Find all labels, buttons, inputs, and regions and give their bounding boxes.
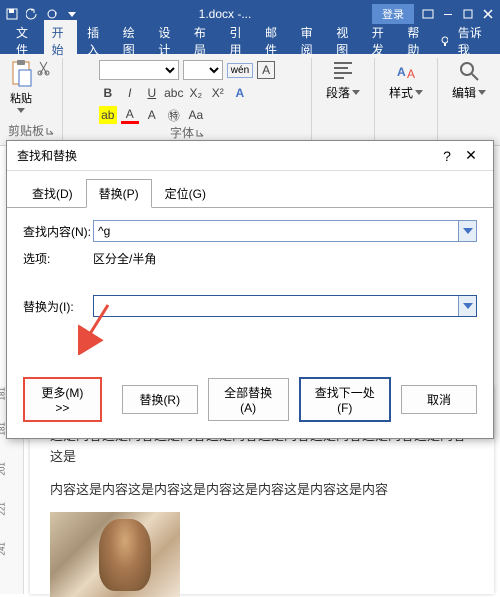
text-effect-button[interactable]: A <box>231 84 249 102</box>
dropdown-icon[interactable] <box>66 8 78 20</box>
ribbon: 粘贴 剪贴板 wén A B I U abc X₂ X² A <box>0 54 500 146</box>
ribbon-options-icon[interactable] <box>422 8 434 20</box>
highlight-button[interactable]: ab <box>99 106 117 124</box>
svg-text:A: A <box>397 65 406 79</box>
options-label: 选项: <box>23 250 93 267</box>
find-input[interactable]: ^g <box>93 220 477 242</box>
find-label: 查找内容(N): <box>23 223 93 240</box>
replace-button[interactable]: 替换(R) <box>122 385 198 414</box>
maximize-icon[interactable] <box>462 8 474 20</box>
paragraph: 内容这是内容这是内容这是内容这是内容这是内容这是内容 <box>50 480 474 501</box>
character-border[interactable]: A <box>257 61 275 79</box>
editing-group: 编辑 <box>438 58 500 141</box>
minimize-icon[interactable] <box>442 8 454 20</box>
dialog-tabs: 查找(D) 替换(P) 定位(G) <box>7 171 493 208</box>
tab-references[interactable]: 引用 <box>221 20 255 62</box>
italic-button[interactable]: I <box>121 84 139 102</box>
styles-button[interactable]: AA 样式 <box>383 60 429 101</box>
clipboard-label: 剪贴板 <box>8 122 44 139</box>
tab-home[interactable]: 开始 <box>44 20 78 62</box>
tab-draw[interactable]: 绘图 <box>115 20 149 62</box>
dialog-launcher-icon[interactable] <box>46 127 54 135</box>
font-group: wén A B I U abc X₂ X² A ab A A ㊕ Aa 字体 <box>63 58 312 141</box>
chevron-down-icon[interactable] <box>458 296 476 316</box>
underline-button[interactable]: U <box>143 84 161 102</box>
character-shading[interactable]: A <box>143 106 161 124</box>
menu-bar: 文件 开始 插入 绘图 设计 布局 引用 邮件 审阅 视图 开发 帮助 告诉我 <box>0 28 500 54</box>
styles-group: AA 样式 <box>375 58 438 141</box>
tell-me[interactable]: 告诉我 <box>450 20 492 62</box>
clipboard-group: 粘贴 剪贴板 <box>0 58 63 141</box>
bold-button[interactable]: B <box>99 84 117 102</box>
tab-view[interactable]: 视图 <box>328 20 362 62</box>
strikethrough-button[interactable]: abc <box>165 84 183 102</box>
font-color-button[interactable]: A <box>121 106 139 124</box>
lightbulb-icon <box>439 35 448 47</box>
dialog-title-text: 查找和替换 <box>17 147 435 164</box>
superscript-button[interactable]: X² <box>209 84 227 102</box>
tab-review[interactable]: 审阅 <box>293 20 327 62</box>
tab-replace[interactable]: 替换(P) <box>86 179 152 208</box>
tab-help[interactable]: 帮助 <box>399 20 433 62</box>
tab-insert[interactable]: 插入 <box>79 20 113 62</box>
cut-icon[interactable] <box>37 60 53 76</box>
undo-icon[interactable] <box>26 8 38 20</box>
tab-goto[interactable]: 定位(G) <box>152 179 219 208</box>
phonetic-guide[interactable]: wén <box>227 63 253 78</box>
document-title: 1.docx -... <box>78 7 372 21</box>
font-label: 字体 <box>170 124 194 141</box>
tab-design[interactable]: 设计 <box>150 20 184 62</box>
change-case[interactable]: Aa <box>187 106 205 124</box>
editing-button[interactable]: 编辑 <box>446 60 492 101</box>
options-value: 区分全/半角 <box>93 250 477 267</box>
paragraph-group: 段落 <box>312 58 375 141</box>
subscript-button[interactable]: X₂ <box>187 84 205 102</box>
annotation-arrow <box>78 300 118 358</box>
cancel-button[interactable]: 取消 <box>401 385 477 414</box>
tab-find[interactable]: 查找(D) <box>19 179 86 208</box>
paragraph-button[interactable]: 段落 <box>320 60 366 101</box>
tab-developer[interactable]: 开发 <box>364 20 398 62</box>
more-button[interactable]: 更多(M) >> <box>23 377 102 422</box>
tab-layout[interactable]: 布局 <box>186 20 220 62</box>
font-size-select[interactable] <box>183 60 223 80</box>
replace-input[interactable] <box>93 295 477 317</box>
dialog-launcher-icon[interactable] <box>196 129 204 137</box>
enclose-characters[interactable]: ㊕ <box>165 106 183 124</box>
find-next-button[interactable]: 查找下一处(F) <box>299 377 391 422</box>
repeat-icon[interactable] <box>46 8 58 20</box>
tab-mail[interactable]: 邮件 <box>257 20 291 62</box>
find-replace-dialog: 查找和替换 ? ✕ 查找(D) 替换(P) 定位(G) 查找内容(N): ^g … <box>6 140 494 439</box>
embedded-image[interactable] <box>50 512 180 597</box>
close-icon[interactable] <box>482 8 494 20</box>
paste-button[interactable]: 粘贴 <box>9 60 33 114</box>
save-icon[interactable] <box>6 8 18 20</box>
help-button[interactable]: ? <box>435 148 459 164</box>
svg-text:A: A <box>407 67 415 81</box>
tab-file[interactable]: 文件 <box>8 20 42 62</box>
dialog-titlebar[interactable]: 查找和替换 ? ✕ <box>7 141 493 171</box>
font-family-select[interactable] <box>99 60 179 80</box>
watermark: Baidu 经验 jingyan.baidu.com <box>426 562 490 588</box>
close-button[interactable]: ✕ <box>459 147 483 164</box>
replace-all-button[interactable]: 全部替换(A) <box>208 378 289 421</box>
chevron-down-icon[interactable] <box>458 221 476 241</box>
